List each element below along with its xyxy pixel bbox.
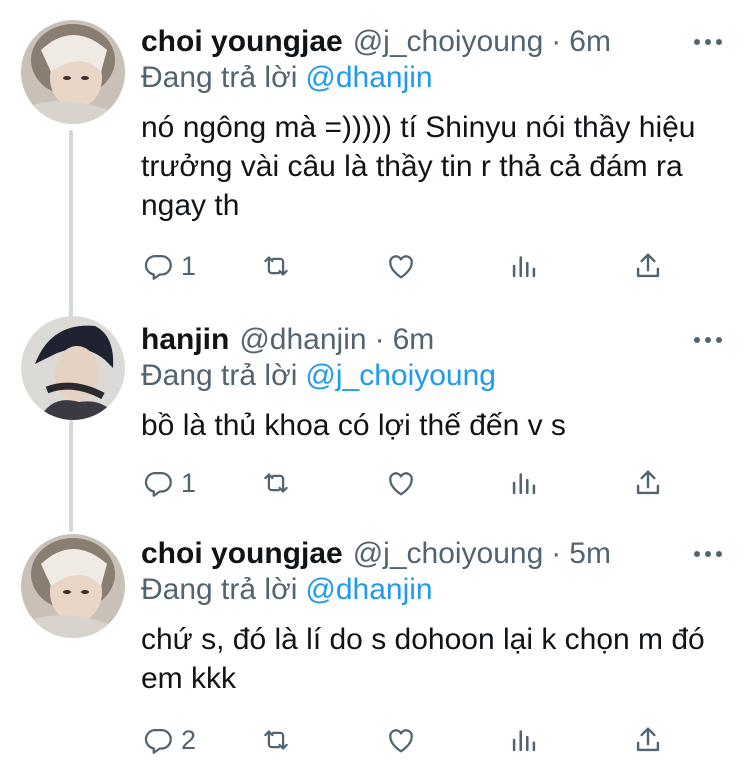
like-button[interactable] [384, 246, 418, 286]
reply-button[interactable]: 2 [141, 720, 196, 760]
mention-link[interactable]: @dhanjin [305, 61, 432, 94]
retweet-button[interactable] [259, 720, 293, 760]
like-icon [389, 255, 413, 279]
avatar-image [21, 20, 125, 124]
display-name[interactable]: choi youngjae [141, 25, 343, 59]
retweet-icon [264, 473, 288, 493]
reply-count: 1 [181, 250, 197, 281]
timestamp[interactable]: 5m [569, 537, 611, 571]
replying-to: Đang trả lời @dhanjin [141, 573, 433, 607]
retweet-icon [264, 256, 288, 276]
timestamp[interactable]: 6m [569, 25, 611, 59]
separator-dot: · [551, 537, 562, 570]
tweet-actions: 1 [141, 463, 701, 503]
avatar[interactable] [21, 20, 125, 124]
replying-to-label: Đang trả lời [141, 359, 298, 392]
more-options-icon[interactable] [694, 544, 722, 564]
analytics-icon [512, 256, 536, 278]
tweet[interactable]: hanjin @dhanjin · 6m Đang trả lời @j_choi… [0, 298, 750, 520]
analytics-button[interactable] [507, 463, 541, 503]
share-button[interactable] [631, 246, 665, 286]
tweet-header: hanjin @dhanjin · 6m [141, 320, 434, 360]
separator-dot: · [551, 25, 562, 58]
tweet-actions: 1 [141, 246, 701, 286]
replying-to: Đang trả lời @dhanjin [141, 61, 433, 95]
tweet-text: bồ là thủ khoa có lợi thế đến v s [141, 409, 566, 442]
replying-to-label: Đang trả lời [141, 61, 298, 94]
user-handle[interactable]: @j_choiyoung [353, 537, 544, 571]
user-handle[interactable]: @dhanjin [239, 323, 366, 357]
tweet-header: choi youngjae @j_choiyoung · 5m [141, 534, 611, 574]
share-icon [636, 727, 660, 752]
more-options-icon[interactable] [694, 32, 722, 52]
share-icon [636, 470, 660, 495]
tweet-actions: 2 [141, 720, 701, 760]
avatar[interactable] [21, 534, 125, 638]
replying-to-label: Đang trả lời [141, 573, 298, 606]
avatar-image [21, 534, 125, 638]
analytics-icon [512, 473, 536, 495]
mention-link[interactable]: @dhanjin [305, 573, 432, 606]
mention-link[interactable]: @j_choiyoung [305, 359, 496, 392]
separator-dot: · [374, 323, 385, 356]
replying-to: Đang trả lời @j_choiyoung [141, 359, 496, 393]
tweet[interactable]: choi youngjae @j_choiyoung · 6m Đang trả… [0, 0, 750, 300]
reply-button[interactable]: 1 [141, 246, 196, 286]
tweet-text: chứ s, đó là lí do s dohoon lại k chọn m… [141, 623, 705, 695]
tweet-text: nó ngông mà =))))) tí Shinyu nói thầy hi… [141, 111, 696, 222]
analytics-button[interactable] [507, 720, 541, 760]
reply-icon [144, 728, 172, 754]
display-name[interactable]: choi youngjae [141, 537, 343, 571]
reply-icon [144, 471, 172, 497]
reply-icon [144, 254, 172, 280]
share-button[interactable] [631, 463, 665, 503]
avatar[interactable] [21, 316, 125, 420]
user-handle[interactable]: @j_choiyoung [353, 25, 544, 59]
more-options-icon[interactable] [694, 330, 722, 350]
avatar-image [21, 316, 125, 420]
like-button[interactable] [384, 720, 418, 760]
tweet-header: choi youngjae @j_choiyoung · 6m [141, 22, 611, 62]
tweet[interactable]: choi youngjae @j_choiyoung · 5m Đang trả… [0, 518, 750, 779]
display-name[interactable]: hanjin [141, 323, 229, 357]
reply-count: 1 [181, 467, 197, 498]
like-icon [389, 472, 413, 496]
timestamp[interactable]: 6m [393, 323, 435, 357]
share-button[interactable] [631, 720, 665, 760]
like-icon [389, 729, 413, 753]
analytics-icon [512, 730, 536, 752]
retweet-icon [264, 730, 288, 750]
reply-button[interactable]: 1 [141, 463, 196, 503]
analytics-button[interactable] [507, 246, 541, 286]
retweet-button[interactable] [259, 246, 293, 286]
share-icon [636, 253, 660, 278]
reply-count: 2 [181, 724, 197, 755]
retweet-button[interactable] [259, 463, 293, 503]
like-button[interactable] [384, 463, 418, 503]
